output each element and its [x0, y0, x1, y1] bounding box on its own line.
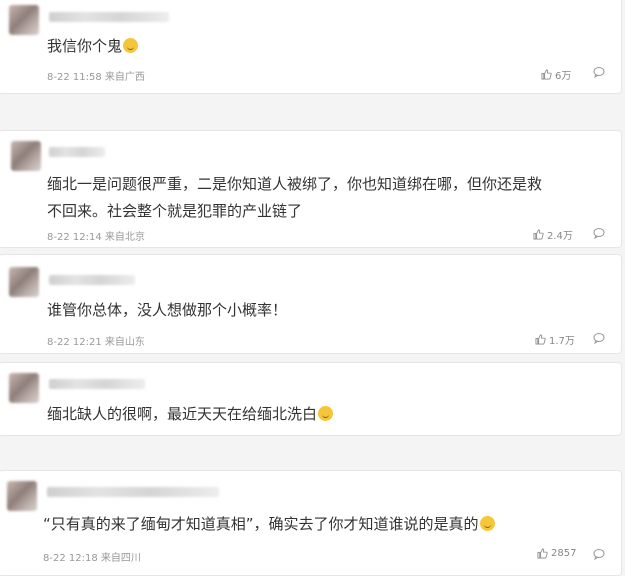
- comment-text: 我信你个鬼: [47, 33, 139, 60]
- username-blurred[interactable]: [49, 147, 105, 157]
- like-button[interactable]: 2857: [537, 548, 576, 559]
- reply-icon[interactable]: [593, 332, 605, 344]
- thumbs-up-icon: [537, 548, 548, 559]
- avatar[interactable]: [7, 481, 37, 511]
- like-button[interactable]: 1.7万: [535, 332, 575, 347]
- like-button[interactable]: 2.4万: [533, 227, 573, 242]
- comment-text: “只有真的来了缅甸才知道真相”，确实去了你才知道谁说的是真的: [43, 511, 495, 538]
- comment-card: 缅北一是问题很严重，二是你知道人被绑了，你也知道绑在哪，但你还是救 不回来。社会…: [0, 130, 622, 248]
- avatar[interactable]: [9, 267, 39, 297]
- reply-icon[interactable]: [593, 66, 605, 78]
- comment-card: “只有真的来了缅甸才知道真相”，确实去了你才知道谁说的是真的 8-22 12:1…: [0, 470, 622, 576]
- smirk-emoji: [479, 516, 495, 531]
- like-button[interactable]: 6万: [541, 67, 571, 82]
- username-blurred[interactable]: [49, 379, 145, 389]
- reply-icon[interactable]: [593, 227, 605, 239]
- avatar[interactable]: [9, 373, 39, 403]
- username-blurred[interactable]: [49, 12, 169, 22]
- comment-meta: 8-22 12:21 来自山东: [47, 337, 145, 348]
- comment-text: 缅北一是问题很严重，二是你知道人被绑了，你也知道绑在哪，但你还是救 不回来。社会…: [47, 175, 543, 220]
- comment-card: 谁管你总体，没人想做那个小概率！ 8-22 12:21 来自山东 1.7万: [0, 254, 622, 354]
- comment-text: 缅北缺人的很啊，最近天天在给缅北洗白: [47, 401, 334, 428]
- like-count: 2857: [551, 548, 577, 559]
- like-count: 2.4万: [547, 231, 573, 242]
- avatar[interactable]: [11, 141, 41, 171]
- comment-meta: 8-22 12:14 来自北京: [47, 232, 145, 243]
- thumbs-up-icon: [535, 334, 546, 345]
- smirk-emoji: [123, 38, 139, 53]
- comment-meta: 8-22 12:18 来自四川: [43, 553, 141, 564]
- username-blurred[interactable]: [49, 275, 135, 285]
- comment-text: 谁管你总体，没人想做那个小概率！: [47, 301, 288, 319]
- comment-meta: 8-22 11:58 来自广西: [47, 72, 145, 83]
- username-blurred[interactable]: [47, 487, 219, 497]
- comment-card: 我信你个鬼 8-22 11:58 来自广西 6万: [0, 0, 622, 94]
- thumbs-up-icon: [533, 229, 544, 240]
- thumbs-up-icon: [541, 69, 552, 80]
- reply-icon[interactable]: [593, 548, 605, 560]
- comment-card: 缅北缺人的很啊，最近天天在给缅北洗白: [0, 362, 622, 436]
- like-count: 1.7万: [549, 336, 575, 347]
- laugh-emoji: [318, 406, 334, 421]
- like-count: 6万: [555, 71, 572, 82]
- avatar[interactable]: [9, 5, 39, 35]
